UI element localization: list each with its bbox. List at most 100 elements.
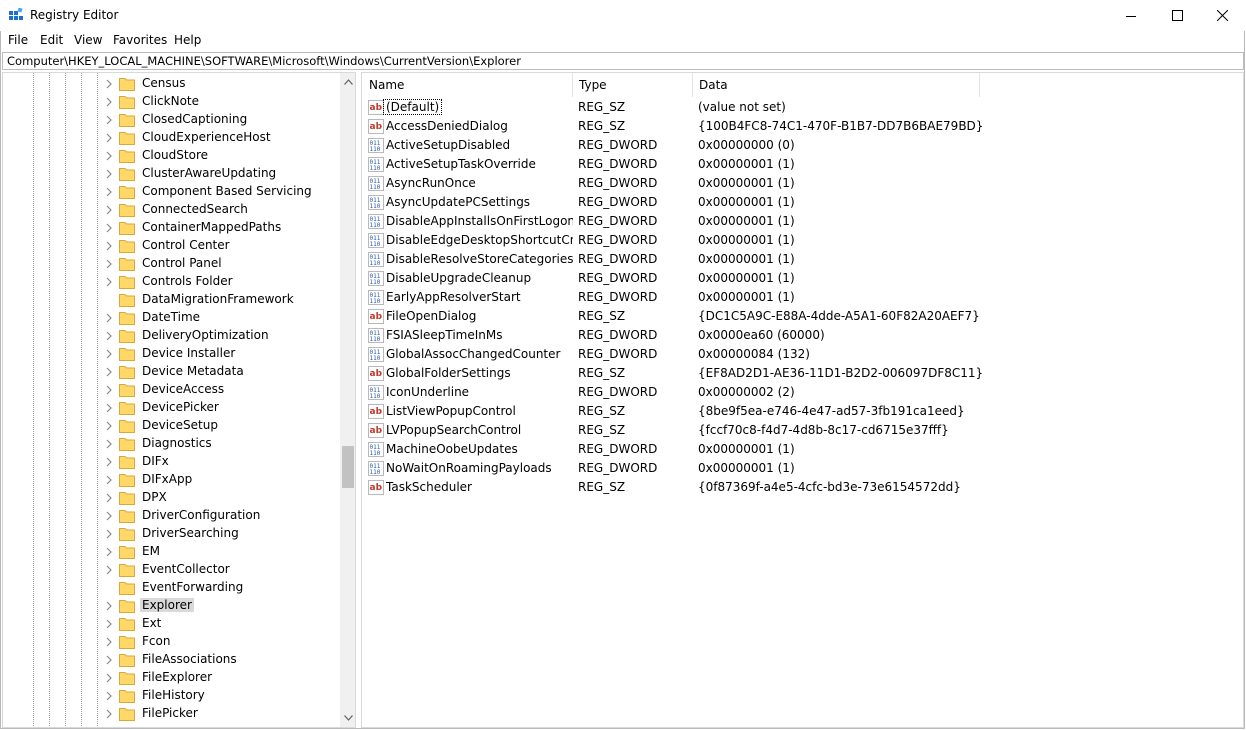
scroll-down-icon[interactable] xyxy=(344,715,353,721)
chevron-right-icon[interactable] xyxy=(105,331,113,341)
chevron-right-icon[interactable] xyxy=(105,619,113,629)
chevron-right-icon[interactable] xyxy=(105,97,113,107)
tree-item[interactable]: Control Center xyxy=(3,237,339,255)
menu-view[interactable]: View xyxy=(74,33,102,47)
tree-vertical-scrollbar[interactable] xyxy=(340,73,355,727)
tree-item[interactable]: DriverSearching xyxy=(3,525,339,543)
tree-item[interactable]: FileExplorer xyxy=(3,669,339,687)
chevron-right-icon[interactable] xyxy=(105,601,113,611)
tree-item[interactable]: DeliveryOptimization xyxy=(3,327,339,345)
column-header-name[interactable]: Name xyxy=(362,73,572,97)
tree-item[interactable]: EventForwarding xyxy=(3,579,339,597)
tree-item[interactable]: CloudExperienceHost xyxy=(3,129,339,147)
chevron-right-icon[interactable] xyxy=(105,673,113,683)
value-row[interactable]: 011 110 AsyncRunOnce REG_DWORD 0x00000001 (1… xyxy=(362,174,1242,193)
tree-item[interactable]: ClickNote xyxy=(3,93,339,111)
value-row[interactable]: ab (Default) REG_SZ (value not set) xyxy=(362,98,1242,117)
chevron-right-icon[interactable] xyxy=(105,223,113,233)
value-row[interactable]: 011110DisableEdgeDesktopShortcutCrea... R… xyxy=(362,231,1242,250)
value-row[interactable]: 011 110 NoWaitOnRoamingPayloads REG_DWORD 0x… xyxy=(362,459,1242,478)
address-bar[interactable]: Computer\HKEY_LOCAL_MACHINE\SOFTWARE\Mic… xyxy=(2,52,1244,70)
chevron-right-icon[interactable] xyxy=(105,241,113,251)
tree-item[interactable]: DataMigrationFramework xyxy=(3,291,339,309)
tree-item[interactable]: FileHistory xyxy=(3,687,339,705)
menu-favorites[interactable]: Favorites xyxy=(113,33,167,47)
value-row[interactable]: ab GlobalFolderSettings REG_SZ {EF8AD2D1-AE… xyxy=(362,364,1242,383)
menu-edit[interactable]: Edit xyxy=(40,33,63,47)
value-row[interactable]: 011 110 ActiveSetupTaskOverride REG_DWORD 0x… xyxy=(362,155,1242,174)
tree-item[interactable]: DeviceSetup xyxy=(3,417,339,435)
tree-item[interactable]: ClusterAwareUpdating xyxy=(3,165,339,183)
chevron-right-icon[interactable] xyxy=(105,403,113,413)
key-tree-pane[interactable]: Census ClickNote ClosedCaptioning CloudExpe… xyxy=(2,72,356,728)
tree-item[interactable]: DPX xyxy=(3,489,339,507)
value-row[interactable]: 011 110 MachineOobeUpdates REG_DWORD 0x00000… xyxy=(362,440,1242,459)
title-bar[interactable]: Registry Editor xyxy=(0,0,1246,31)
scroll-up-icon[interactable] xyxy=(344,79,353,85)
chevron-right-icon[interactable] xyxy=(105,475,113,485)
chevron-right-icon[interactable] xyxy=(105,637,113,647)
pane-splitter[interactable] xyxy=(356,72,360,728)
tree-item[interactable]: DriverConfiguration xyxy=(3,507,339,525)
tree-item[interactable]: Device Installer xyxy=(3,345,339,363)
chevron-right-icon[interactable] xyxy=(105,313,113,323)
tree-item[interactable]: CloudStore xyxy=(3,147,339,165)
value-row[interactable]: ab LVPopupSearchControl REG_SZ {fccf70c8-f4… xyxy=(362,421,1242,440)
value-row[interactable]: 011 110 DisableAppInstallsOnFirstLogon REG_… xyxy=(362,212,1242,231)
chevron-right-icon[interactable] xyxy=(105,457,113,467)
tree-item[interactable]: DIFxApp xyxy=(3,471,339,489)
chevron-right-icon[interactable] xyxy=(105,421,113,431)
tree-item[interactable]: ConnectedSearch xyxy=(3,201,339,219)
tree-item[interactable]: DateTime xyxy=(3,309,339,327)
tree-item[interactable]: Controls Folder xyxy=(3,273,339,291)
tree-item[interactable]: Explorer xyxy=(3,597,339,615)
value-row[interactable]: ab AccessDeniedDialog REG_SZ {100B4FC8-74C1… xyxy=(362,117,1242,136)
value-row[interactable]: 011 110 DisableResolveStoreCategories REG_D… xyxy=(362,250,1242,269)
tree-item[interactable]: EM xyxy=(3,543,339,561)
chevron-right-icon[interactable] xyxy=(105,547,113,557)
chevron-right-icon[interactable] xyxy=(105,115,113,125)
chevron-right-icon[interactable] xyxy=(105,529,113,539)
value-row[interactable]: 011 110 DisableUpgradeCleanup REG_DWORD 0x00… xyxy=(362,269,1242,288)
tree-item[interactable]: DeviceAccess xyxy=(3,381,339,399)
value-row[interactable]: ab ListViewPopupControl REG_SZ {8be9f5ea-e7… xyxy=(362,402,1242,421)
tree-item[interactable]: ContainerMappedPaths xyxy=(3,219,339,237)
close-button[interactable] xyxy=(1199,0,1245,31)
values-list-pane[interactable]: Name Type Data ab (Default) REG_SZ (value n… xyxy=(361,72,1244,728)
value-row[interactable]: 011 110 EarlyAppResolverStart REG_DWORD 0x00… xyxy=(362,288,1242,307)
chevron-right-icon[interactable] xyxy=(105,205,113,215)
chevron-right-icon[interactable] xyxy=(105,151,113,161)
chevron-right-icon[interactable] xyxy=(105,511,113,521)
address-path[interactable]: Computer\HKEY_LOCAL_MACHINE\SOFTWARE\Mic… xyxy=(7,54,521,68)
column-header-type[interactable]: Type xyxy=(572,73,692,97)
minimize-button[interactable] xyxy=(1108,0,1154,31)
tree-item[interactable]: ClosedCaptioning xyxy=(3,111,339,129)
column-header-data[interactable]: Data xyxy=(692,73,979,97)
column-separator[interactable] xyxy=(979,73,980,97)
tree-item[interactable]: Ext xyxy=(3,615,339,633)
maximize-button[interactable] xyxy=(1154,0,1200,31)
chevron-right-icon[interactable] xyxy=(105,349,113,359)
chevron-right-icon[interactable] xyxy=(105,655,113,665)
value-row[interactable]: 011 110 AsyncUpdatePCSettings REG_DWORD 0x00… xyxy=(362,193,1242,212)
menu-help[interactable]: Help xyxy=(174,33,201,47)
value-row[interactable]: ab FileOpenDialog REG_SZ {DC1C5A9C-E88A-4dd… xyxy=(362,307,1242,326)
tree-item[interactable]: Diagnostics xyxy=(3,435,339,453)
chevron-right-icon[interactable] xyxy=(105,133,113,143)
chevron-right-icon[interactable] xyxy=(105,259,113,269)
value-row[interactable]: 011 110 GlobalAssocChangedCounter REG_DWORD… xyxy=(362,345,1242,364)
chevron-right-icon[interactable] xyxy=(105,691,113,701)
value-row[interactable]: 011 110 ActiveSetupDisabled REG_DWORD 0x0000… xyxy=(362,136,1242,155)
chevron-right-icon[interactable] xyxy=(105,367,113,377)
chevron-right-icon[interactable] xyxy=(105,493,113,503)
chevron-right-icon[interactable] xyxy=(105,187,113,197)
tree-item[interactable]: EventCollector xyxy=(3,561,339,579)
value-row[interactable]: 011 110 FSIASleepTimeInMs REG_DWORD 0x0000ea… xyxy=(362,326,1242,345)
tree-item[interactable]: Device Metadata xyxy=(3,363,339,381)
tree-item[interactable]: FilePicker xyxy=(3,705,339,723)
scrollbar-thumb[interactable] xyxy=(342,446,354,488)
chevron-right-icon[interactable] xyxy=(105,709,113,719)
tree-item[interactable]: DevicePicker xyxy=(3,399,339,417)
tree-item[interactable]: Fcon xyxy=(3,633,339,651)
chevron-right-icon[interactable] xyxy=(105,79,113,89)
